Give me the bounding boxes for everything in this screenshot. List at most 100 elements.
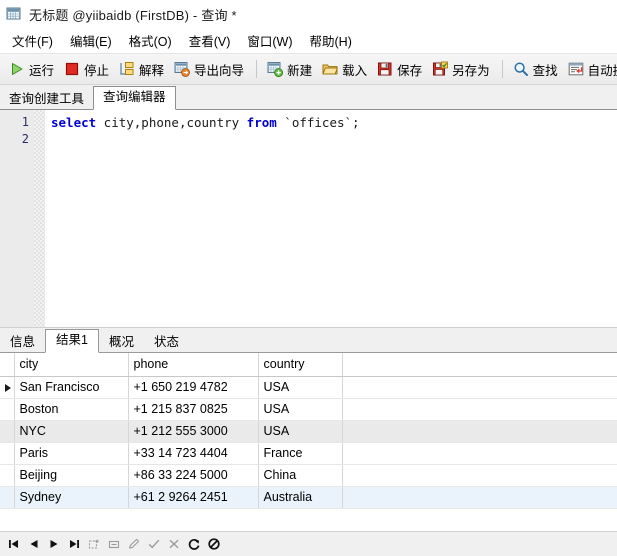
next-record-icon [50, 540, 58, 548]
row-indicator [0, 464, 15, 487]
cell-country[interactable]: Australia [258, 486, 343, 509]
row-indicator [0, 442, 15, 465]
row-indicator [0, 486, 15, 509]
stop-button[interactable]: 停止 [60, 56, 115, 82]
cell-city[interactable]: San Francisco [14, 376, 129, 399]
column-header-city[interactable]: city [14, 353, 129, 377]
find-button[interactable]: 查找 [509, 56, 564, 82]
save-button[interactable]: 保存 [373, 56, 428, 82]
export-wizard-button[interactable]: 导出向导 [170, 56, 250, 82]
sql-keyword-from: from [246, 115, 277, 130]
result-grid[interactable]: city phone country San Francisco +1 650 … [0, 353, 617, 531]
menu-view[interactable]: 查看(V) [181, 28, 240, 53]
word-wrap-icon [568, 61, 584, 77]
save-as-button[interactable]: 另存为 [428, 56, 496, 82]
tab-query-editor[interactable]: 查询编辑器 [93, 86, 176, 110]
menu-window[interactable]: 窗口(W) [239, 28, 301, 53]
tab-profile[interactable]: 概况 [99, 332, 144, 353]
table-row[interactable]: Paris +33 14 723 4404 France [0, 442, 617, 465]
export-wizard-label: 导出向导 [194, 63, 245, 78]
query-window: 无标题 @yiibaidb (FirstDB) - 查询 * 文件(F) 编辑(… [0, 0, 617, 556]
load-button[interactable]: 载入 [318, 56, 373, 82]
nav-stop[interactable] [204, 534, 224, 554]
nav-delete[interactable] [104, 534, 124, 554]
tab-result1[interactable]: 结果1 [45, 329, 99, 353]
table-header-row: city phone country [0, 353, 617, 377]
tab-info[interactable]: 信息 [0, 332, 45, 353]
sql-columns: city,phone,country [96, 115, 247, 130]
cell-filler [342, 376, 617, 399]
line-number: 1 [21, 115, 29, 129]
cell-phone[interactable]: +1 215 837 0825 [128, 398, 259, 421]
explain-label: 解释 [139, 63, 165, 78]
find-label: 查找 [532, 63, 558, 78]
add-record-icon [88, 539, 99, 549]
query-window-icon [6, 6, 22, 22]
titlebar: 无标题 @yiibaidb (FirstDB) - 查询 * [0, 0, 617, 28]
tab-status[interactable]: 状态 [144, 332, 189, 353]
cell-country[interactable]: China [258, 464, 343, 487]
window-title: 无标题 @yiibaidb (FirstDB) - 查询 * [29, 7, 237, 23]
cell-phone[interactable]: +86 33 224 5000 [128, 464, 259, 487]
nav-add[interactable] [84, 534, 104, 554]
cell-phone[interactable]: +1 212 555 3000 [128, 420, 259, 443]
toolbar: 运行 停止 解释 导出向导 新建 载入 保存 另存为 查找 自动 [0, 54, 617, 85]
tab-query-builder[interactable]: 查询创建工具 [0, 89, 93, 110]
nav-refresh[interactable] [184, 534, 204, 554]
cell-country[interactable]: USA [258, 398, 343, 421]
nav-prev[interactable] [24, 534, 44, 554]
export-wizard-icon [174, 61, 190, 77]
toolbar-separator-1 [256, 60, 258, 78]
sql-keyword-select: select [51, 115, 97, 130]
cell-country[interactable]: USA [258, 376, 343, 399]
editor-gutter: 1 2 [0, 110, 34, 327]
run-label: 运行 [29, 63, 55, 78]
first-record-icon [9, 540, 18, 548]
cell-phone[interactable]: +61 2 9264 2451 [128, 486, 259, 509]
editor-fold-strip [34, 110, 45, 327]
nav-cancel[interactable] [164, 534, 184, 554]
record-navigation-bar [0, 531, 617, 556]
cell-city[interactable]: NYC [14, 420, 129, 443]
menu-format[interactable]: 格式(O) [121, 28, 181, 53]
table-row[interactable]: Boston +1 215 837 0825 USA [0, 398, 617, 421]
cell-city[interactable]: Sydney [14, 486, 129, 509]
nav-apply[interactable] [144, 534, 164, 554]
run-button[interactable]: 运行 [5, 56, 60, 82]
column-header-phone[interactable]: phone [128, 353, 259, 377]
column-header-country[interactable]: country [258, 353, 343, 377]
cell-city[interactable]: Paris [14, 442, 129, 465]
cell-city[interactable]: Beijing [14, 464, 129, 487]
sql-editor-pane[interactable]: 1 2 select city,phone,country from `offi… [0, 110, 617, 327]
cell-filler [342, 420, 617, 443]
sql-code-area[interactable]: select city,phone,country from `offices`… [45, 110, 617, 327]
table-row[interactable]: San Francisco +1 650 219 4782 USA [0, 376, 617, 399]
menubar: 文件(F) 编辑(E) 格式(O) 查看(V) 窗口(W) 帮助(H) [0, 28, 617, 54]
cell-city[interactable]: Boston [14, 398, 129, 421]
word-wrap-button[interactable]: 自动换行 [564, 56, 617, 82]
nav-edit[interactable] [124, 534, 144, 554]
cell-phone[interactable]: +1 650 219 4782 [128, 376, 259, 399]
menu-help[interactable]: 帮助(H) [302, 28, 361, 53]
new-query-icon [267, 61, 284, 78]
nav-first[interactable] [4, 534, 24, 554]
stop-label: 停止 [84, 63, 110, 78]
nav-next[interactable] [44, 534, 64, 554]
menu-file[interactable]: 文件(F) [4, 28, 62, 53]
cell-filler [342, 442, 617, 465]
save-as-disk-icon [432, 61, 449, 77]
cell-country[interactable]: France [258, 442, 343, 465]
cell-filler [342, 486, 617, 509]
table-row[interactable]: NYC +1 212 555 3000 USA [0, 420, 617, 443]
row-indicator [0, 420, 15, 443]
new-button[interactable]: 新建 [263, 56, 318, 82]
search-icon [513, 61, 529, 77]
table-row[interactable]: Sydney +61 2 9264 2451 Australia [0, 486, 617, 509]
menu-edit[interactable]: 编辑(E) [62, 28, 121, 53]
table-row[interactable]: Beijing +86 33 224 5000 China [0, 464, 617, 487]
explain-icon [119, 61, 135, 77]
nav-last[interactable] [64, 534, 84, 554]
cell-phone[interactable]: +33 14 723 4404 [128, 442, 259, 465]
cell-country[interactable]: USA [258, 420, 343, 443]
explain-button[interactable]: 解释 [115, 56, 170, 82]
